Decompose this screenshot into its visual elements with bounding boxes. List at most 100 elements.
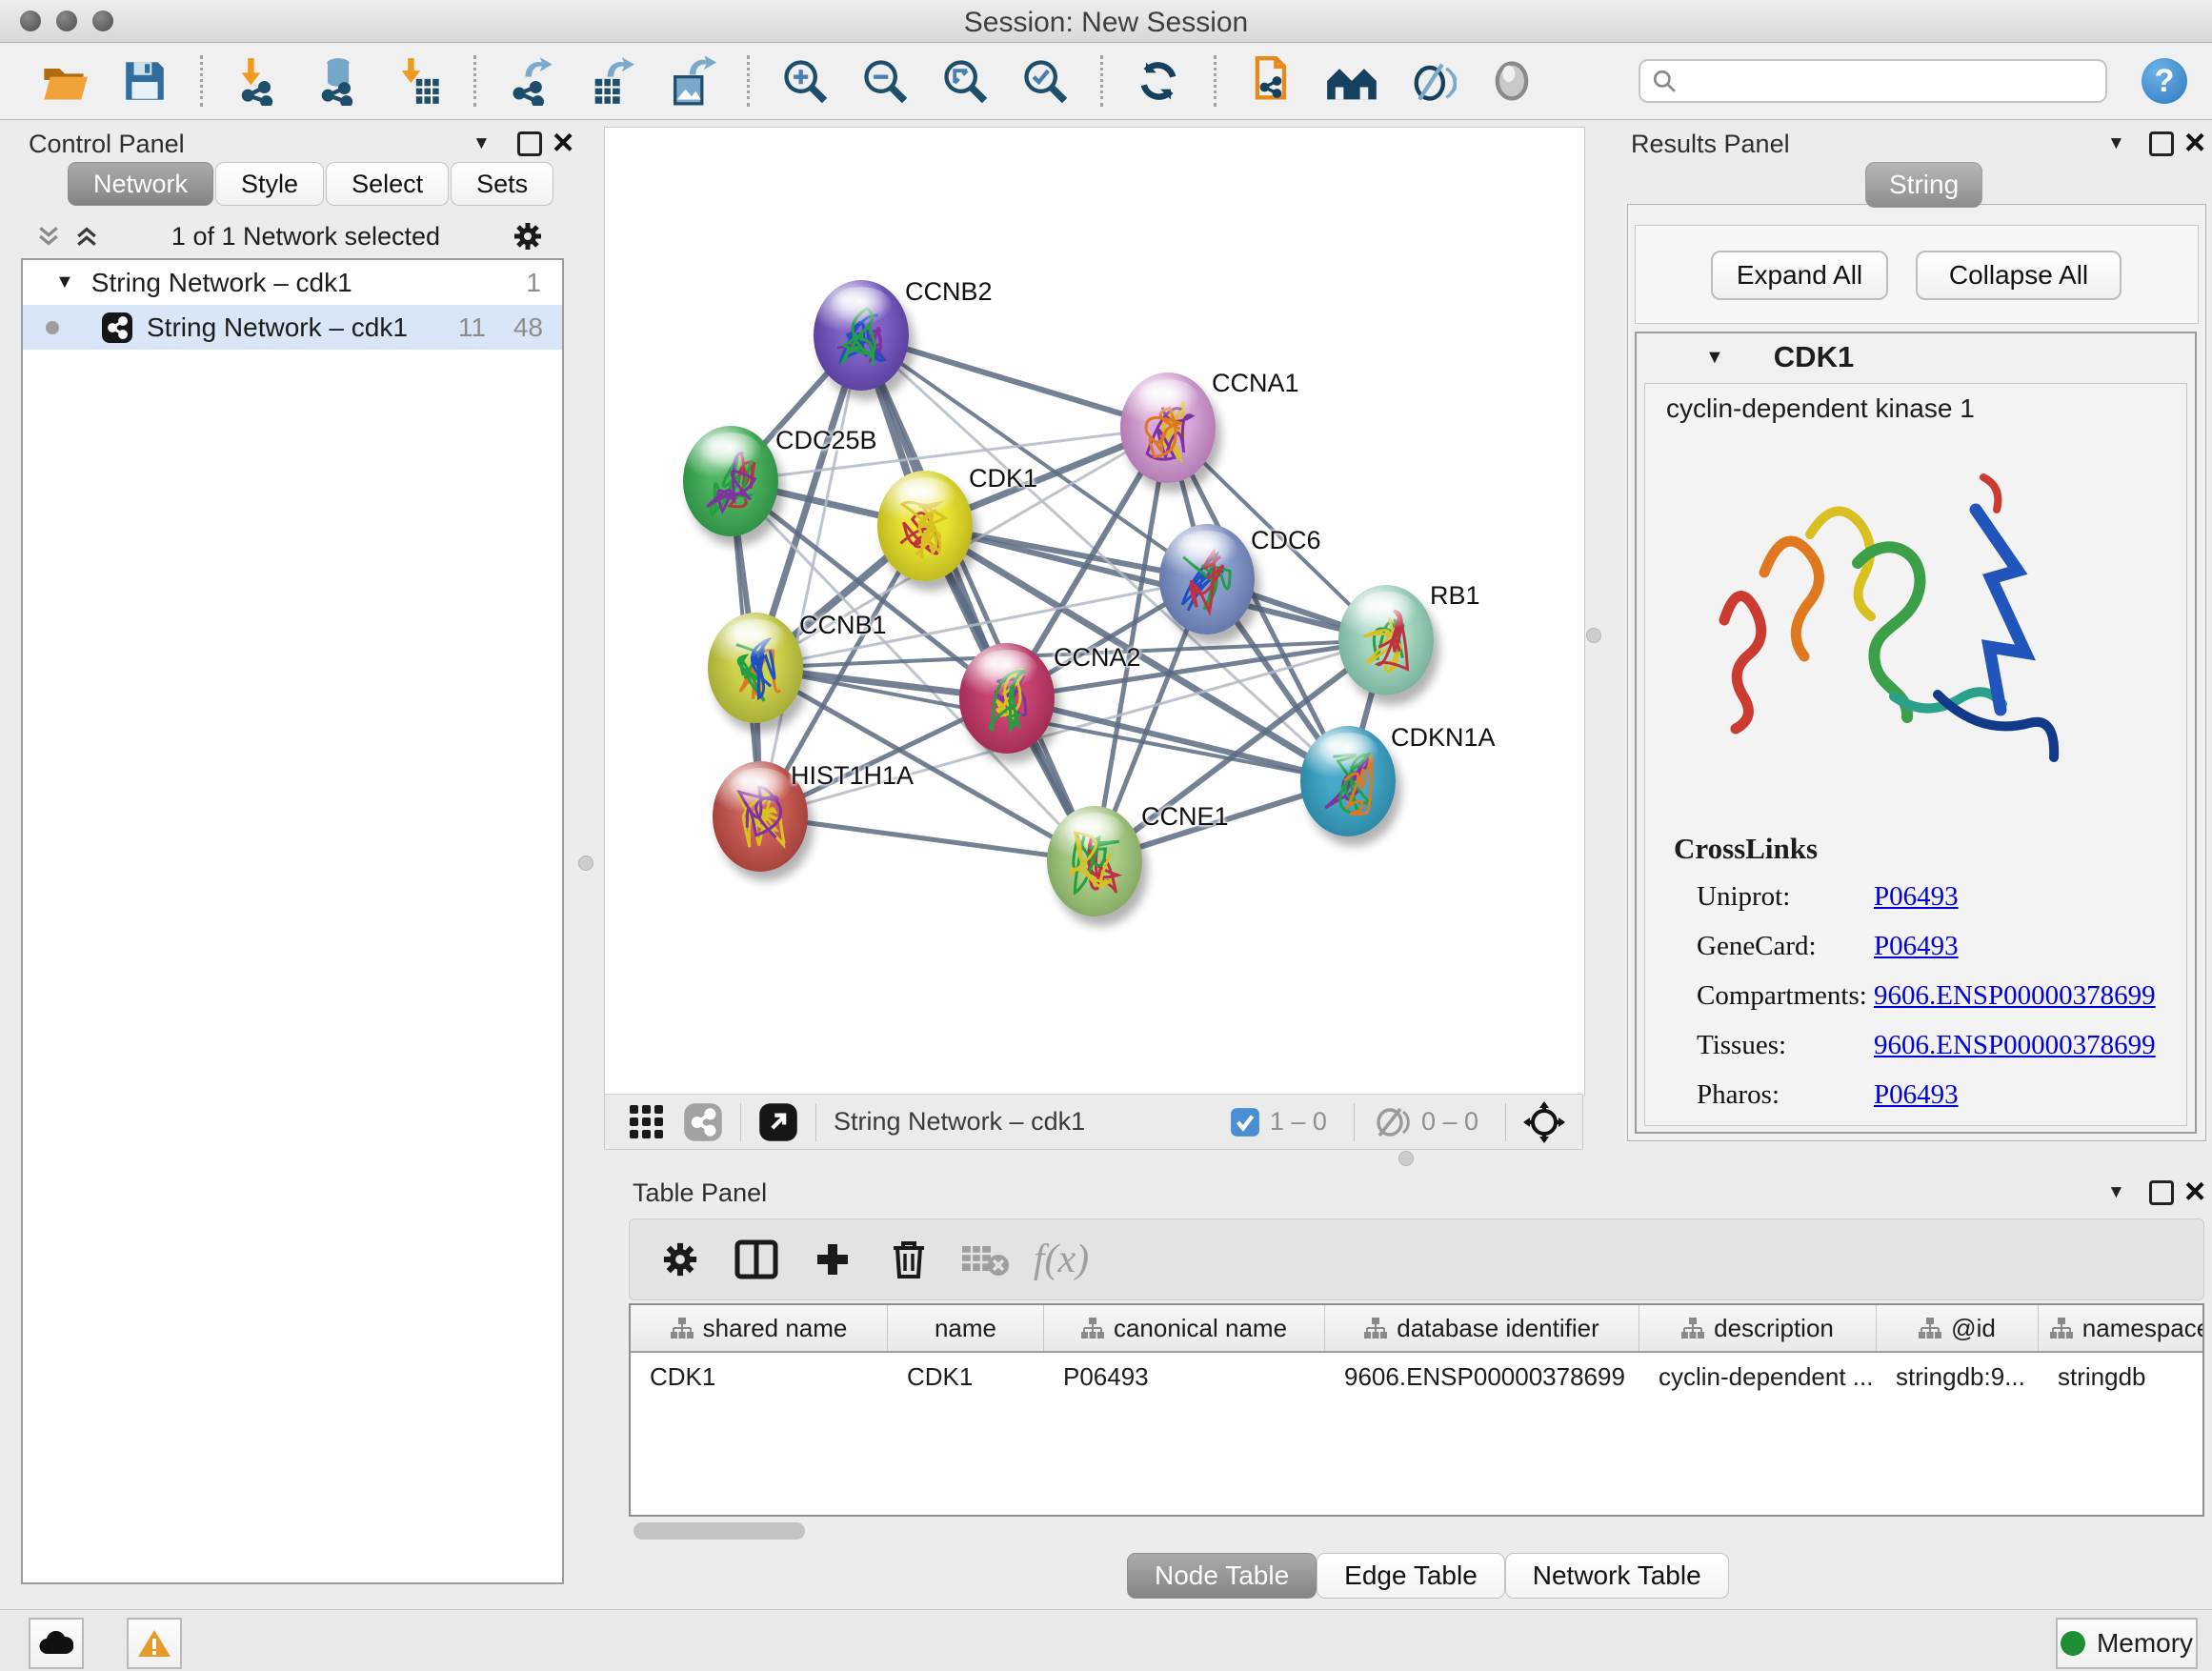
tab-string[interactable]: String — [1865, 162, 1982, 208]
search-input[interactable] — [1677, 66, 2105, 97]
delete-column-button[interactable] — [881, 1235, 936, 1284]
refresh-view-button[interactable] — [1132, 54, 1185, 108]
tab-sets[interactable]: Sets — [451, 162, 553, 206]
node-CDC25B[interactable] — [683, 426, 778, 536]
network-view-share-icon[interactable] — [683, 1102, 723, 1142]
zoom-selected-button[interactable] — [1018, 54, 1072, 108]
results-buttons-box: Expand All Collapse All — [1635, 225, 2199, 324]
cell-description[interactable]: cyclin-dependent ... — [1639, 1362, 1877, 1392]
import-network-database-button[interactable] — [312, 54, 365, 108]
add-column-button[interactable] — [805, 1235, 860, 1284]
column-header-namespace[interactable]: namespace — [2039, 1305, 2204, 1351]
crosslink-link[interactable]: P06493 — [1874, 1079, 1959, 1111]
results-panel-menu-icon[interactable]: ▼ — [2107, 133, 2125, 154]
open-session-button[interactable] — [38, 54, 91, 108]
hide-glasses-button[interactable] — [1405, 54, 1458, 108]
node-CDC6[interactable] — [1159, 524, 1255, 634]
table-panel-menu-icon[interactable]: ▼ — [2107, 1182, 2125, 1203]
zoom-in-button[interactable] — [778, 54, 832, 108]
title-bar: Session: New Session — [0, 0, 2212, 43]
expand-all-button[interactable]: Expand All — [1711, 251, 1888, 300]
left-splitter-grip[interactable] — [578, 856, 593, 871]
import-table-file-button[interactable] — [392, 54, 445, 108]
tab-style[interactable]: Style — [215, 162, 324, 206]
zoom-fit-button[interactable] — [938, 54, 992, 108]
table-settings-button[interactable] — [653, 1235, 708, 1284]
cell-shared-name[interactable]: CDK1 — [631, 1362, 888, 1392]
tab-edge-table[interactable]: Edge Table — [1317, 1553, 1505, 1599]
column-header-shared-name[interactable]: shared name — [631, 1305, 888, 1351]
fit-target-icon[interactable] — [1523, 1101, 1565, 1143]
crosslink-link[interactable]: P06493 — [1874, 931, 1959, 962]
tab-network-table[interactable]: Network Table — [1505, 1553, 1729, 1599]
section-expander-icon[interactable]: ▼ — [1705, 347, 1724, 369]
collapse-all-button[interactable]: Collapse All — [1916, 251, 2122, 300]
tab-network[interactable]: Network — [68, 162, 213, 206]
cell--id[interactable]: stringdb:9... — [1877, 1362, 2039, 1392]
show-eye-button[interactable] — [1485, 54, 1538, 108]
node-CCNA2[interactable] — [959, 643, 1055, 754]
crosslink-link[interactable]: 9606.ENSP00000378699 — [1874, 1030, 2156, 1061]
results-panel-float-icon[interactable] — [2149, 131, 2174, 156]
gear-icon[interactable] — [511, 219, 545, 253]
bottom-splitter-grip[interactable] — [1398, 1151, 1414, 1166]
zoom-out-button[interactable] — [858, 54, 912, 108]
node-CCNB2[interactable] — [814, 280, 909, 391]
node-CDK1[interactable] — [877, 471, 973, 581]
export-network-button[interactable] — [505, 54, 558, 108]
node-RB1[interactable] — [1338, 585, 1434, 695]
help-button[interactable]: ? — [2142, 58, 2187, 104]
gene-section-header[interactable]: ▼ CDK1 — [1637, 333, 2195, 381]
tree-expander-icon[interactable]: ▼ — [55, 272, 74, 293]
network-row-selected[interactable]: String Network – cdk1 11 48 — [23, 305, 562, 350]
network-collection-row[interactable]: ▼ String Network – cdk1 1 — [23, 260, 562, 305]
warnings-button[interactable] — [127, 1618, 182, 1669]
grid-view-icon[interactable] — [628, 1103, 666, 1141]
column-header-canonical-name[interactable]: canonical name — [1044, 1305, 1325, 1351]
control-panel-close-icon[interactable]: × — [553, 133, 573, 152]
crosslink-row: Pharos:P06493 — [1697, 1070, 2173, 1119]
control-panel-menu-icon[interactable]: ▼ — [473, 133, 491, 154]
import-network-file-button[interactable] — [231, 54, 285, 108]
tab-select[interactable]: Select — [326, 162, 449, 206]
open-in-new-window-icon[interactable] — [758, 1102, 798, 1142]
tab-node-table[interactable]: Node Table — [1127, 1553, 1317, 1599]
table-panel-float-icon[interactable] — [2149, 1180, 2174, 1205]
control-panel-float-icon[interactable] — [517, 131, 542, 156]
column-header-name[interactable]: name — [888, 1305, 1044, 1351]
table-row[interactable]: CDK1CDK1P064939606.ENSP00000378699cyclin… — [631, 1353, 2202, 1400]
export-table-button[interactable] — [585, 54, 638, 108]
cell-canonical-name[interactable]: P06493 — [1044, 1362, 1325, 1392]
table-panel-close-icon[interactable]: × — [2184, 1182, 2205, 1201]
select-columns-button[interactable] — [729, 1235, 784, 1284]
hidden-eye-slash-icon[interactable] — [1372, 1106, 1412, 1138]
network-canvas[interactable]: CCNB2CCNA1CDC25BCDK1CDC6RB1CCNB1CCNA2CDK… — [604, 127, 1585, 1096]
column-header-database-identifier[interactable]: database identifier — [1325, 1305, 1639, 1351]
node-CDKN1A[interactable] — [1300, 726, 1396, 836]
crosslink-link[interactable]: P06493 — [1874, 881, 1959, 913]
column-header--id[interactable]: @id — [1877, 1305, 2039, 1351]
crosslink-link[interactable]: 9606.ENSP00000378699 — [1874, 980, 2156, 1012]
cell-namespace[interactable]: stringdb — [2039, 1362, 2204, 1392]
save-session-button[interactable] — [118, 54, 171, 108]
cloud-button[interactable] — [29, 1618, 84, 1669]
status-bar: Memory — [0, 1609, 2212, 1671]
search-box[interactable] — [1639, 59, 2107, 103]
column-header-description[interactable]: description — [1639, 1305, 1877, 1351]
table-horizontal-scrollbar[interactable] — [633, 1522, 805, 1540]
selected-checkbox-icon[interactable] — [1230, 1107, 1260, 1137]
right-splitter-grip[interactable] — [1586, 628, 1601, 643]
node-CCNE1[interactable] — [1047, 806, 1142, 916]
session-home-button[interactable] — [1325, 54, 1378, 108]
cell-database-identifier[interactable]: 9606.ENSP00000378699 — [1325, 1362, 1639, 1392]
export-image-button[interactable] — [665, 54, 718, 108]
cell-name[interactable]: CDK1 — [888, 1362, 1044, 1392]
results-panel-close-icon[interactable]: × — [2184, 133, 2205, 152]
protein-structure-image — [1698, 439, 2069, 820]
collapse-all-icon[interactable] — [34, 222, 63, 251]
node-CCNA1[interactable] — [1120, 372, 1216, 483]
expand-all-icon[interactable] — [72, 222, 101, 251]
memory-button[interactable]: Memory — [2056, 1618, 2198, 1669]
share-document-button[interactable] — [1245, 54, 1298, 108]
node-CCNB1[interactable] — [708, 613, 803, 723]
